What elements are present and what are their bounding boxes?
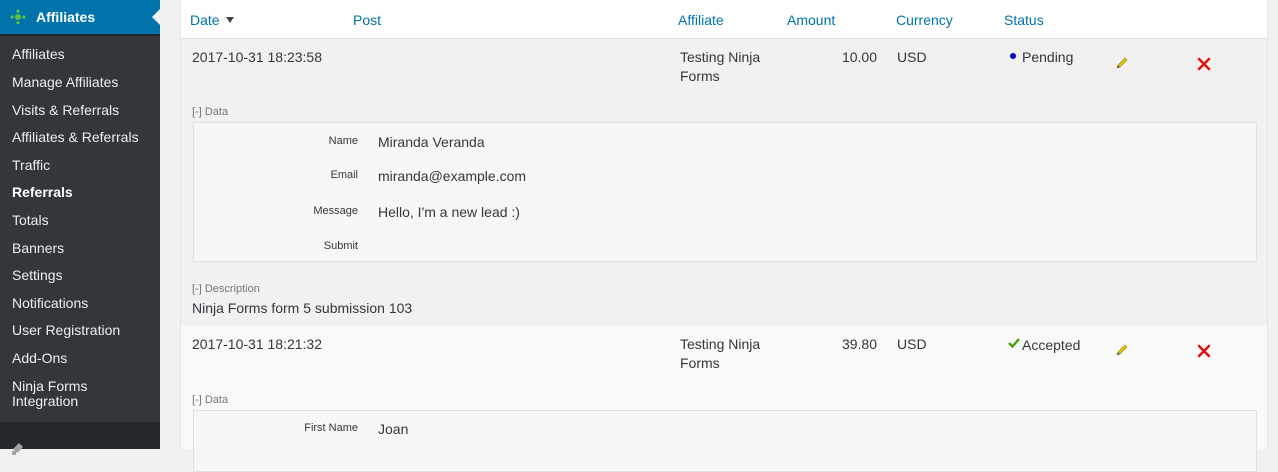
referral-status-label: Accepted	[1022, 337, 1081, 353]
table-row: 2017-10-31 18:21:32 Testing Ninja Forms …	[181, 326, 1267, 472]
column-header-post[interactable]: Post	[353, 11, 381, 29]
referral-affiliate[interactable]: Testing Ninja Forms	[680, 335, 760, 373]
field-value: miranda@example.com	[378, 168, 527, 184]
field-label: Submit	[323, 240, 358, 252]
field-value: Joan	[378, 421, 409, 437]
accepted-check-icon	[1008, 335, 1020, 349]
referral-description: Ninja Forms form 5 submission 103	[192, 300, 413, 316]
submission-data-box: Name Miranda Veranda Email miranda@examp…	[193, 122, 1257, 262]
affiliate-name-line1: Testing Ninja	[680, 336, 761, 352]
pending-dot-icon	[1010, 53, 1016, 59]
referral-affiliate[interactable]: Testing Ninja Forms	[680, 48, 760, 86]
field-label: First Name	[304, 422, 358, 434]
sidebar-item-referrals[interactable]: Referrals	[12, 185, 152, 200]
referral-amount: 39.80	[841, 336, 877, 352]
edit-pencil-icon[interactable]	[1115, 56, 1129, 70]
referral-status-label: Pending	[1022, 49, 1074, 65]
current-menu-arrow	[152, 9, 160, 25]
table-row: 2017-10-31 18:23:58 Testing Ninja Forms …	[181, 39, 1267, 326]
sidebar-item-totals[interactable]: Totals	[12, 213, 152, 228]
affiliate-name-line2: Forms	[680, 68, 720, 84]
sidebar-header-label: Affiliates	[36, 9, 96, 25]
column-header-affiliate[interactable]: Affiliate	[678, 11, 724, 29]
sidebar-item-notifications[interactable]: Notifications	[12, 296, 152, 311]
remove-x-icon[interactable]	[1197, 57, 1211, 71]
field-label: Email	[330, 169, 358, 181]
sidebar-item-affiliates-referrals[interactable]: Affiliates & Referrals	[12, 130, 152, 145]
appearance-icon	[10, 440, 26, 456]
submission-data-box: First Name Joan	[193, 410, 1257, 472]
admin-sidebar: Affiliates Affiliates Manage Affiliates …	[0, 0, 160, 455]
referral-status: Accepted	[1008, 335, 1080, 355]
affiliate-name-line1: Testing Ninja	[680, 49, 761, 65]
sidebar-item-visits-referrals[interactable]: Visits & Referrals	[12, 103, 152, 118]
field-value: Hello, I'm a new lead :)	[378, 204, 520, 220]
referral-status: Pending	[1010, 48, 1073, 67]
edit-pencil-icon[interactable]	[1115, 343, 1129, 357]
data-toggle[interactable]: [-] Data	[192, 106, 228, 119]
data-toggle[interactable]: [-] Data	[192, 394, 228, 407]
column-header-date[interactable]: Date	[190, 11, 234, 29]
affiliates-icon	[10, 9, 26, 25]
sidebar-item-banners[interactable]: Banners	[12, 241, 152, 256]
sidebar-item-add-ons[interactable]: Add-Ons	[12, 351, 152, 366]
referral-amount: 10.00	[841, 49, 877, 65]
sidebar-submenu: Affiliates Manage Affiliates Visits & Re…	[0, 36, 160, 422]
sidebar-item-traffic[interactable]: Traffic	[12, 158, 152, 173]
sidebar-item-user-registration[interactable]: User Registration	[12, 323, 152, 338]
description-toggle[interactable]: [-] Description	[192, 283, 260, 296]
referral-currency: USD	[897, 49, 927, 65]
column-header-status[interactable]: Status	[1004, 11, 1044, 29]
field-label: Name	[328, 135, 358, 147]
sidebar-item-affiliates[interactable]: Affiliates	[12, 47, 152, 62]
sidebar-item-ninja-forms-integration[interactable]: Ninja Forms Integration	[12, 379, 112, 409]
column-header-currency[interactable]: Currency	[896, 11, 953, 29]
remove-x-icon[interactable]	[1197, 344, 1211, 358]
sidebar-item-settings[interactable]: Settings	[12, 268, 152, 283]
referrals-table: Date Post Affiliate Amount Currency Stat…	[180, 0, 1268, 472]
sort-desc-icon	[225, 17, 234, 23]
referral-currency: USD	[897, 336, 927, 352]
referral-date: 2017-10-31 18:23:58	[192, 49, 322, 65]
field-value: Miranda Veranda	[378, 134, 485, 150]
affiliate-name-line2: Forms	[680, 355, 720, 371]
referral-date: 2017-10-31 18:21:32	[192, 336, 322, 352]
field-label: Message	[313, 205, 358, 217]
sidebar-menu-affiliates[interactable]: Affiliates	[0, 0, 160, 34]
sidebar-item-manage-affiliates[interactable]: Manage Affiliates	[12, 75, 152, 90]
column-header-amount[interactable]: Amount	[787, 11, 835, 29]
table-header: Date Post Affiliate Amount Currency Stat…	[181, 0, 1267, 39]
column-header-date-label: Date	[190, 12, 220, 28]
sidebar-menu-appearance[interactable]	[0, 422, 160, 455]
